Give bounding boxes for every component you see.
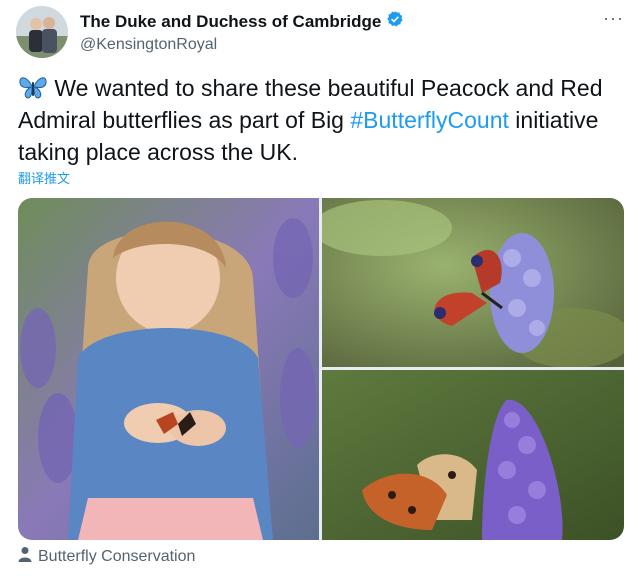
butterfly-emoji-icon: [18, 75, 54, 101]
tagged-users[interactable]: Butterfly Conservation: [18, 546, 195, 567]
media-grid: [18, 198, 624, 540]
hashtag-link[interactable]: #ButterflyCount: [350, 107, 509, 133]
verified-badge-icon: [386, 10, 404, 34]
translate-tweet-link[interactable]: 翻译推文: [18, 168, 70, 187]
child-holding-butterfly-photo[interactable]: [18, 198, 319, 540]
tagged-user-name[interactable]: Butterfly Conservation: [38, 548, 195, 566]
tweet-text: We wanted to share these beautiful Peaco…: [18, 72, 628, 168]
butterfly-on-purple-flower-photo[interactable]: [322, 370, 624, 540]
author-display-name[interactable]: The Duke and Duchess of Cambridge: [80, 11, 381, 33]
author-handle[interactable]: @KensingtonRoyal: [80, 34, 404, 56]
author-name-row[interactable]: The Duke and Duchess of Cambridge: [80, 10, 404, 34]
person-icon: [18, 546, 32, 567]
more-options-icon[interactable]: ···: [603, 8, 624, 29]
avatar[interactable]: [16, 6, 68, 58]
peacock-butterfly-on-buddleia-photo[interactable]: [322, 198, 624, 367]
tweet-header: The Duke and Duchess of Cambridge @Kensi…: [16, 6, 624, 62]
